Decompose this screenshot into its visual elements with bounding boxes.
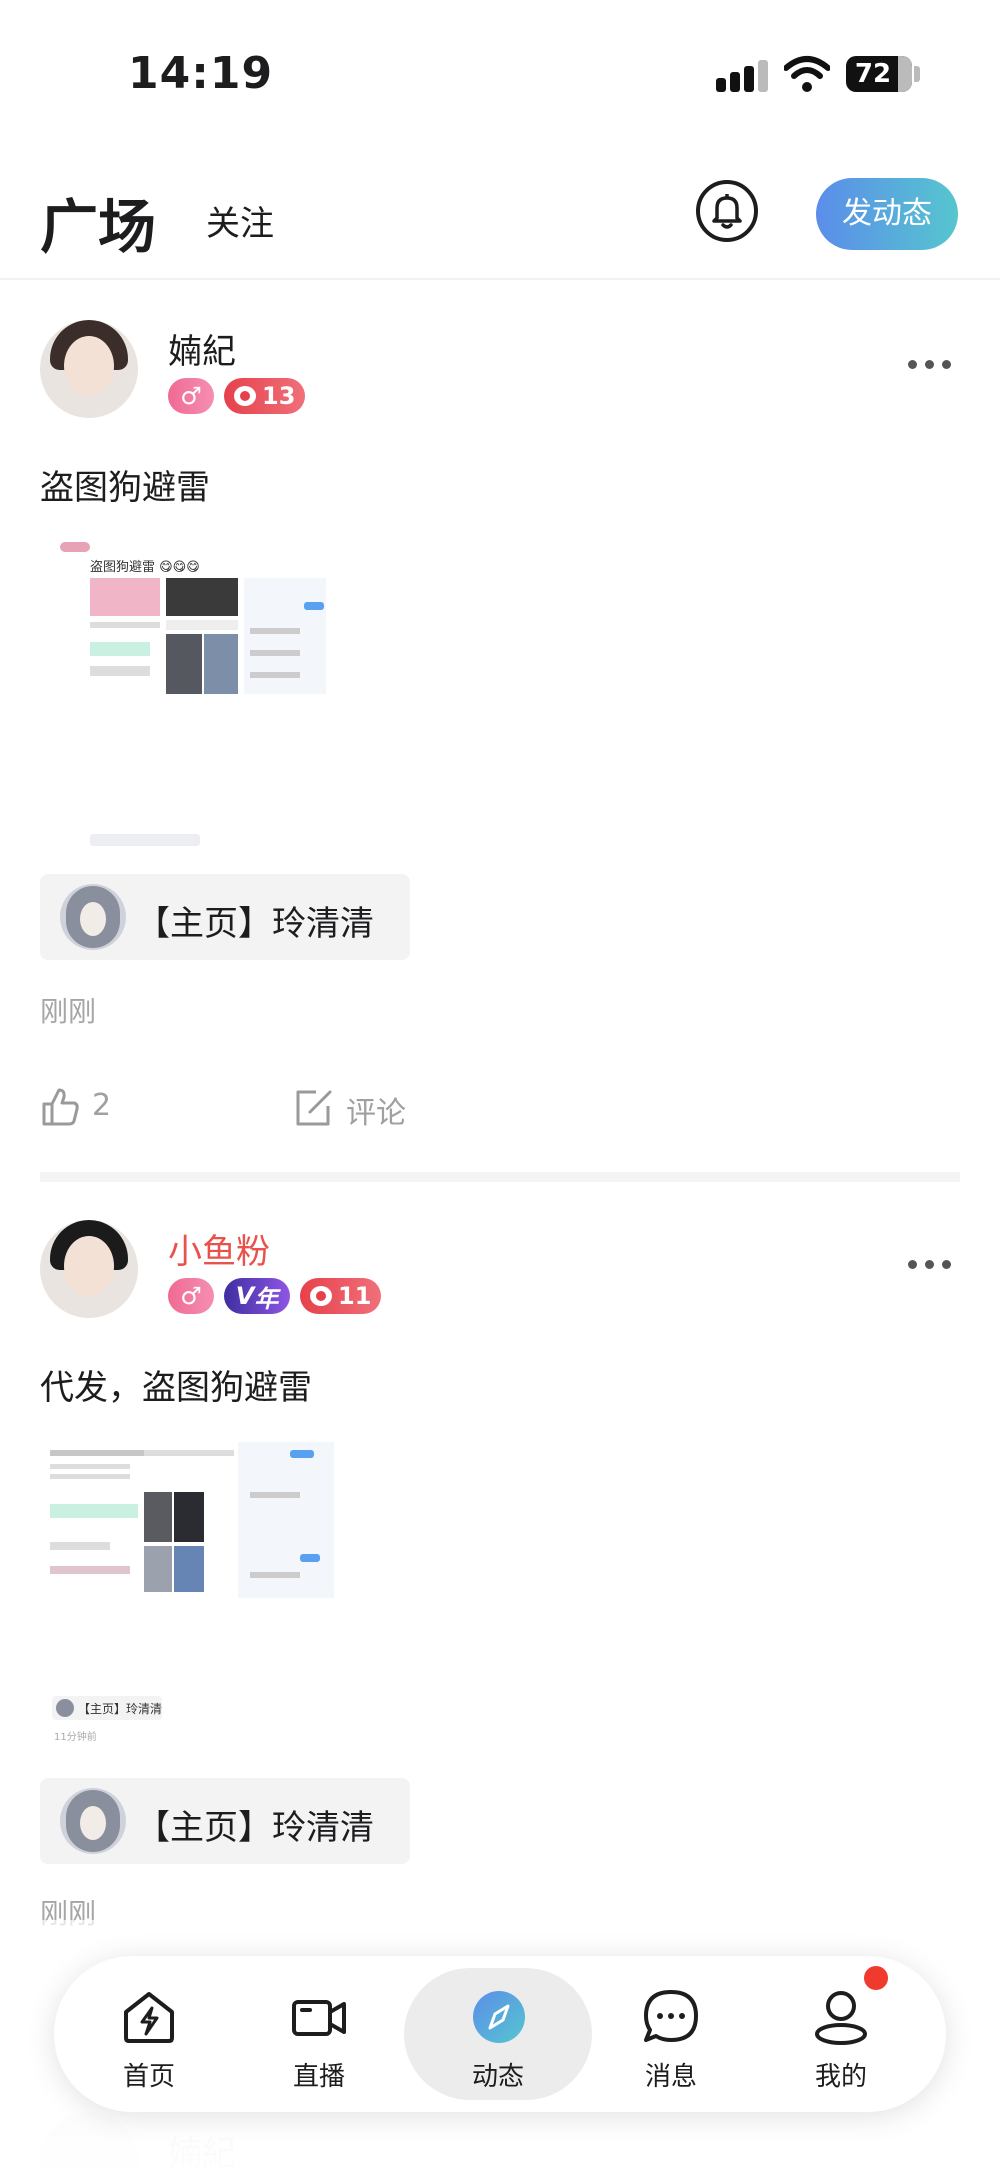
thumb-time: 11分钟前 [54, 1732, 97, 1743]
username[interactable]: 小鱼粉 [168, 1224, 270, 1273]
top-header: 广场 关注 发动态 [0, 150, 1000, 280]
tab-follow[interactable]: 关注 [206, 196, 274, 245]
signal-icon [716, 60, 768, 92]
nav-label-live: 直播 [292, 2062, 345, 2092]
like-count: 2 [92, 1088, 112, 1123]
status-time: 14:19 [128, 48, 274, 99]
user-profile-icon [815, 1991, 867, 2045]
profile-link-card[interactable]: 【主页】玲清清 [40, 1778, 410, 1864]
male-gender-icon: ♂ [168, 1278, 214, 1314]
edit-comment-icon[interactable] [294, 1086, 334, 1128]
status-bar: 14:19 72 [0, 0, 1000, 150]
post-dynamic-button[interactable]: 发动态 [816, 178, 958, 250]
nav-label-me: 我的 [814, 2062, 867, 2092]
male-gender-icon: ♂ [168, 378, 214, 414]
nav-item-messages[interactable]: 消息 [586, 1956, 756, 2112]
battery-tip [914, 66, 920, 82]
heart-level: 11 [338, 1282, 372, 1310]
link-title: 【主页】玲清清 [136, 904, 374, 944]
post-divider [40, 1172, 960, 1182]
vip-badge-text: 年 [254, 1284, 279, 1313]
thumbs-up-icon[interactable] [40, 1086, 80, 1128]
tab-square[interactable]: 广场 [40, 180, 156, 264]
heart-level: 13 [262, 382, 296, 410]
bell-icon[interactable] [696, 180, 758, 242]
bottom-navigation: 首页 直播 动态 消息 我的 [54, 1956, 946, 2112]
link-title: 【主页】玲清清 [136, 1808, 374, 1848]
thumb-link-title: 【主页】玲清清 [78, 1702, 163, 1716]
post-image[interactable]: 盗图狗避雷 😋😋😋 [40, 542, 330, 702]
avatar[interactable] [40, 320, 138, 418]
comment-button[interactable]: 评论 [346, 1088, 406, 1132]
battery-icon: 72 [846, 56, 912, 92]
nav-item-home[interactable]: 首页 [64, 1956, 234, 2112]
user-badges: ♂ V 年 11 [168, 1278, 382, 1314]
notification-dot [864, 1966, 888, 1990]
vip-badge: V 年 [224, 1278, 290, 1314]
heart-icon [310, 1286, 332, 1306]
nav-label-dynamic: 动态 [471, 2062, 524, 2092]
post-actions: 2 评论 [40, 1078, 940, 1138]
post-card: 婻紀 ♂ 13 盗图狗避雷 盗图狗避雷 😋😋😋 【主页】玲清清 刚刚 2 评论 [0, 300, 1000, 1170]
heart-level-badge: 13 [224, 378, 306, 414]
battery-level: 72 [854, 59, 892, 89]
profile-link-card[interactable]: 【主页】玲清清 [40, 874, 410, 960]
user-badges: ♂ 13 [168, 378, 306, 414]
nav-item-dynamic[interactable]: 动态 [404, 1968, 592, 2100]
link-avatar [60, 884, 126, 950]
video-camera-icon [292, 2000, 346, 2036]
avatar[interactable] [40, 1220, 138, 1318]
more-options-icon[interactable] [908, 360, 952, 372]
post-card: 小鱼粉 ♂ V 年 11 代发，盗图狗避雷 【主页】玲清清 11分钟前 【主页】… [0, 1200, 1000, 1960]
link-avatar [60, 1788, 126, 1854]
vip-icon: V [235, 1282, 255, 1310]
post-time: 刚刚 [40, 995, 97, 1028]
nav-item-me[interactable]: 我的 [756, 1956, 926, 2112]
nav-label-messages: 消息 [644, 2062, 697, 2092]
chat-bubble-icon [644, 1990, 698, 2042]
post-image[interactable] [40, 1442, 340, 1598]
thumb-link-card: 【主页】玲清清 [52, 1696, 162, 1720]
post-text: 代发，盗图狗避雷 [40, 1368, 312, 1408]
compass-icon [473, 1991, 525, 2043]
username[interactable]: 婻紀 [168, 324, 236, 373]
home-lightning-icon [124, 1992, 174, 2043]
thumb-fragment [90, 834, 200, 846]
heart-icon [234, 386, 256, 406]
thumb-caption: 盗图狗避雷 😋😋😋 [90, 560, 200, 575]
heart-level-badge: 11 [300, 1278, 382, 1314]
wifi-icon [784, 56, 830, 92]
nav-label-home: 首页 [122, 2062, 175, 2092]
nav-item-live[interactable]: 直播 [234, 1956, 404, 2112]
more-options-icon[interactable] [908, 1260, 952, 1272]
post-text: 盗图狗避雷 [40, 468, 210, 508]
